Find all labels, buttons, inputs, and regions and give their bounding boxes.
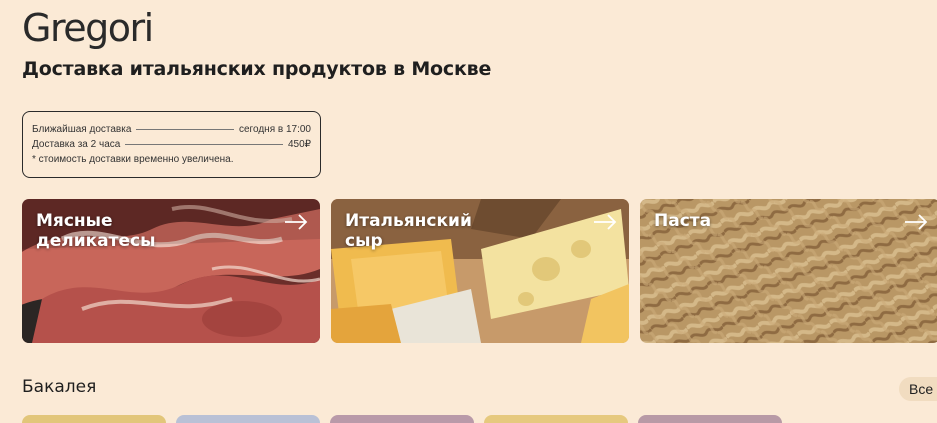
delivery-row-nearest: Ближайшая доставка сегодня в 17:00	[32, 122, 311, 137]
arrow-right-icon	[285, 214, 308, 230]
section-title-groceries: Бакалея	[22, 377, 97, 397]
category-card-cheese[interactable]: Итальянский сыр	[331, 199, 629, 343]
product-tile[interactable]	[176, 415, 320, 423]
product-tile[interactable]	[638, 415, 782, 423]
category-title: Мясные деликатесы	[36, 211, 156, 251]
page-title: Доставка итальянских продуктов в Москве	[22, 58, 492, 80]
delivery-row-express: Доставка за 2 часа 450₽	[32, 137, 311, 152]
delivery-nearest-label: Ближайшая доставка	[32, 124, 132, 135]
delivery-express-price: 450₽	[287, 139, 311, 150]
leader-line	[125, 144, 283, 145]
logo[interactable]: Gregori	[22, 6, 154, 50]
product-tile[interactable]	[484, 415, 628, 423]
leader-line	[136, 129, 234, 130]
category-title: Паста	[654, 211, 712, 231]
delivery-nearest-value: сегодня в 17:00	[239, 124, 311, 135]
view-all-button[interactable]: Все	[899, 377, 937, 401]
arrow-right-icon	[594, 214, 617, 230]
category-card-pasta[interactable]: Паста	[640, 199, 937, 343]
category-title: Итальянский сыр	[345, 211, 472, 251]
product-tile[interactable]	[22, 415, 166, 423]
delivery-express-label: Доставка за 2 часа	[32, 139, 121, 150]
arrow-right-icon	[905, 214, 928, 230]
product-tile[interactable]	[330, 415, 474, 423]
delivery-note: * стоимость доставки временно увеличена.	[32, 154, 234, 165]
delivery-info-box: Ближайшая доставка сегодня в 17:00 Доста…	[22, 111, 321, 178]
category-card-meat[interactable]: Мясные деликатесы	[22, 199, 320, 343]
